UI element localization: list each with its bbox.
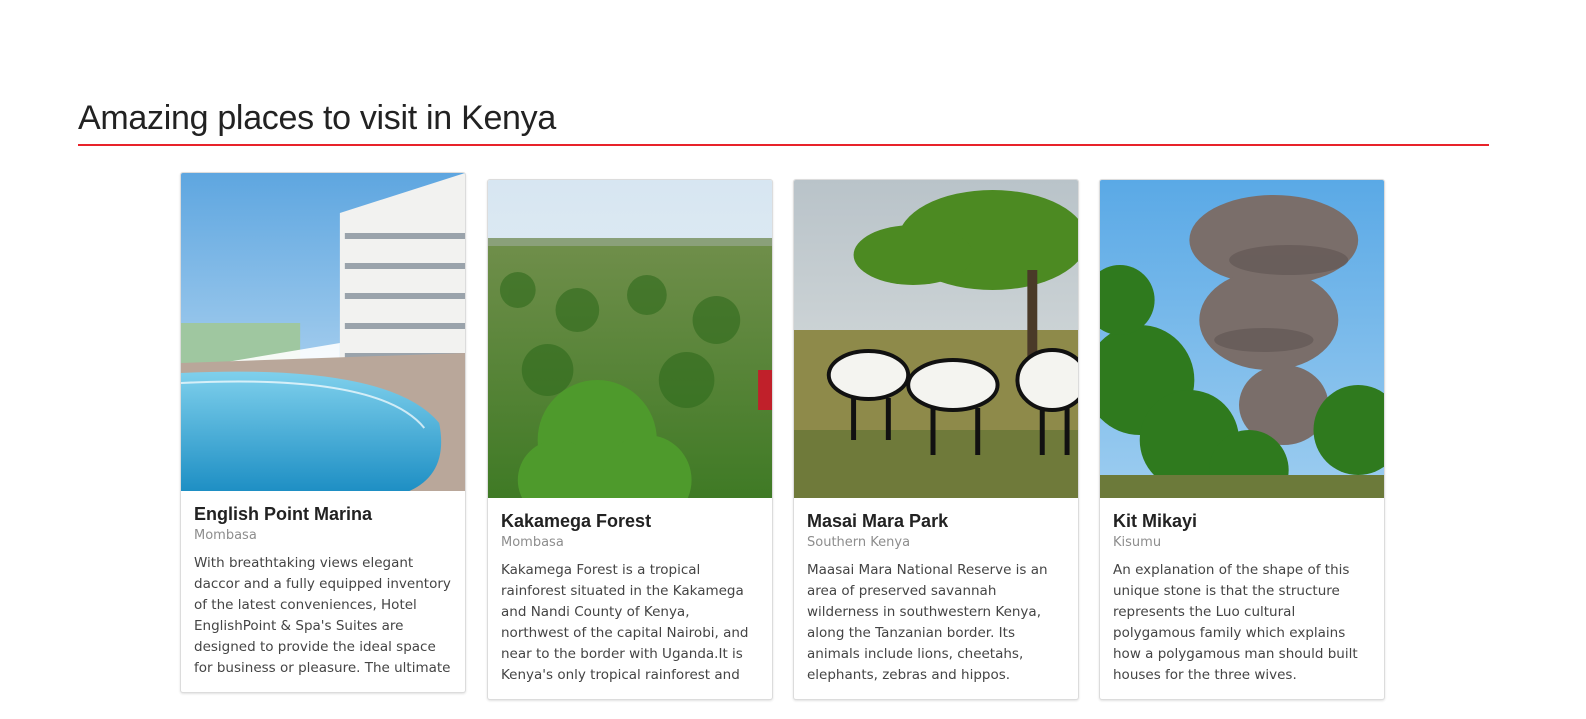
heading-divider <box>78 144 1489 146</box>
card-title: Masai Mara Park <box>807 511 949 531</box>
card-location: Kisumu <box>1113 535 1162 550</box>
card-description: Maasai Mara National Reserve is an area … <box>807 562 1048 683</box>
card-description: With breathtaking views elegant daccor a… <box>194 555 451 676</box>
hotel-pool-image <box>181 173 465 491</box>
card-description: Kakamega Forest is a tropical rainforest… <box>501 562 749 683</box>
card-location: Mombasa <box>501 535 564 550</box>
forest-canopy-image <box>488 180 772 498</box>
card-title: Kakamega Forest <box>501 511 652 531</box>
place-card-english-point-marina[interactable]: English Point Marina Mombasa With breath… <box>180 172 466 693</box>
zebras-savannah-image <box>794 180 1078 498</box>
places-section: Amazing places to visit in Kenya English… <box>0 0 1586 719</box>
place-card-masai-mara-park[interactable]: Masai Mara Park Southern Kenya Maasai Ma… <box>793 179 1079 700</box>
card-location: Mombasa <box>194 528 257 543</box>
section-heading: Amazing places to visit in Kenya <box>78 99 556 137</box>
place-card-kit-mikayi[interactable]: Kit Mikayi Kisumu An explanation of the … <box>1099 179 1385 700</box>
card-location: Southern Kenya <box>807 535 911 550</box>
place-card-kakamega-forest[interactable]: Kakamega Forest Mombasa Kakamega Forest … <box>487 179 773 700</box>
card-title: English Point Marina <box>194 504 373 524</box>
rock-formation-image <box>1100 180 1384 498</box>
card-title: Kit Mikayi <box>1113 511 1198 531</box>
card-description: An explanation of the shape of this uniq… <box>1113 562 1358 683</box>
